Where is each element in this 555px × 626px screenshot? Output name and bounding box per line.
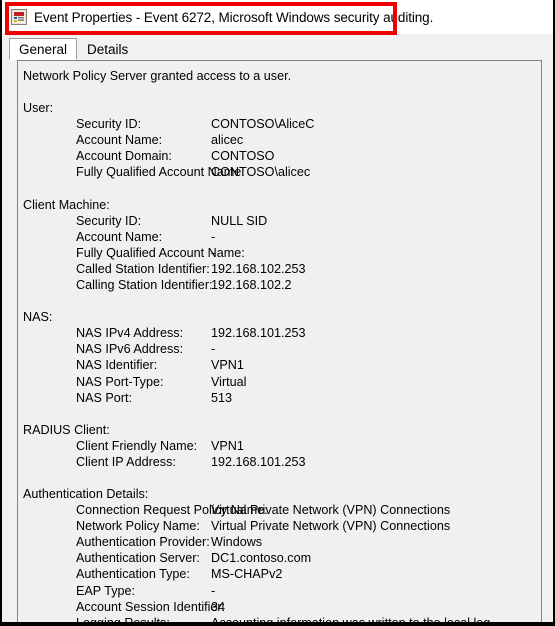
event-detail-value: VPN1 <box>211 358 244 373</box>
event-detail-value: CONTOSO\AliceC <box>211 117 315 132</box>
event-detail-label: NAS IPv6 Address: <box>76 342 184 357</box>
event-detail-label: Account Session Identifier: <box>76 599 226 614</box>
event-detail-label: Client Friendly Name: <box>76 438 198 453</box>
event-detail-label: Calling Station Identifier: <box>76 278 213 293</box>
event-description-text: Network Policy Server granted access to … <box>18 61 490 626</box>
event-detail-row: Calling Station Identifier: 192.168.102.2 <box>23 277 490 293</box>
window-bottom-edge <box>2 622 553 626</box>
event-detail-value: 192.168.101.253 <box>211 326 306 341</box>
event-detail-row: Called Station Identifier: 192.168.102.25… <box>23 261 490 277</box>
event-detail-label: EAP Type: <box>76 583 136 598</box>
event-detail-label: Client IP Address: <box>76 454 176 469</box>
event-detail-label: Account Name: <box>76 229 163 244</box>
event-detail-label: Security ID: <box>76 213 142 228</box>
event-detail-row: NAS IPv6 Address: - <box>23 341 490 357</box>
event-section: NAS: NAS IPv4 Address: 192.168.101.253 NAS … <box>23 309 490 406</box>
event-detail-row: Account Name: - <box>23 229 490 245</box>
event-detail-row: NAS Port-Type: Virtual <box>23 374 490 390</box>
event-detail-value: CONTOSO\alicec <box>211 165 311 180</box>
event-properties-icon <box>11 9 27 25</box>
event-detail-label: NAS Port-Type: <box>76 374 164 389</box>
event-section: Authentication Details: Connection Reques… <box>23 486 490 626</box>
event-detail-value: - <box>211 245 216 260</box>
event-properties-dialog: Event Properties - Event 6272, Microsoft… <box>0 0 555 626</box>
event-detail-label: Called Station Identifier: <box>76 261 210 276</box>
event-detail-row: Account Name: alicec <box>23 132 490 148</box>
event-detail-label: Fully Qualified Account Name: <box>76 165 245 180</box>
event-detail-row: Security ID: NULL SID <box>23 213 490 229</box>
event-detail-label: Account Name: <box>76 133 163 148</box>
event-detail-row: Client Friendly Name: VPN1 <box>23 438 490 454</box>
event-section-title: Client Machine: <box>23 197 110 212</box>
event-detail-value: VPN1 <box>211 438 244 453</box>
event-detail-label: Authentication Type: <box>76 567 190 582</box>
event-detail-label: NAS Port: <box>76 390 132 405</box>
event-detail-value: CONTOSO <box>211 149 275 164</box>
event-detail-label: Security ID: <box>76 117 142 132</box>
event-detail-value: - <box>211 583 216 598</box>
event-detail-value: 192.168.102.2 <box>211 278 292 293</box>
window-title: Event Properties - Event 6272, Microsoft… <box>34 9 434 25</box>
event-detail-value: Virtual <box>211 374 247 389</box>
event-detail-label: Connection Request Policy Name: <box>76 503 268 518</box>
event-section-title: Authentication Details: <box>23 486 149 501</box>
event-detail-value: 34 <box>211 599 226 614</box>
tab-general[interactable]: General <box>9 38 78 60</box>
event-detail-value: Virtual Private Network (VPN) Connection… <box>211 519 451 534</box>
event-detail-row: Authentication Type: MS-CHAPv2 <box>23 566 490 582</box>
event-detail-value: - <box>211 342 216 357</box>
event-detail-label: Network Policy Name: <box>76 519 200 534</box>
event-detail-row: NAS Port: 513 <box>23 390 490 406</box>
event-detail-value: - <box>211 229 216 244</box>
event-detail-value: 513 <box>211 390 233 405</box>
event-detail-value: DC1.contoso.com <box>211 551 312 566</box>
event-detail-value: Windows <box>211 535 263 550</box>
event-detail-row: Authentication Server: DC1.contoso.com <box>23 550 490 566</box>
event-detail-label: NAS Identifier: <box>76 358 158 373</box>
tab-details[interactable]: Details <box>77 38 138 60</box>
event-section-title: NAS: <box>23 310 53 325</box>
event-detail-value: 192.168.101.253 <box>211 454 306 469</box>
event-detail-label: Fully Qualified Account Name: <box>76 245 245 260</box>
event-detail-value: NULL SID <box>211 213 268 228</box>
event-description-panel[interactable]: Network Policy Server granted access to … <box>17 60 542 626</box>
dialog-body: General Details Network Policy Server gr… <box>2 34 553 626</box>
tab-strip: General Details <box>9 38 138 60</box>
title-bar: Event Properties - Event 6272, Microsoft… <box>2 0 553 34</box>
event-detail-row: Security ID: CONTOSO\AliceC <box>23 116 490 132</box>
event-detail-value: alicec <box>211 133 244 148</box>
event-detail-row: Network Policy Name: Virtual Private Netw… <box>23 518 490 534</box>
event-detail-value: Virtual Private Network (VPN) Connection… <box>211 503 451 518</box>
event-detail-row: Account Session Identifier: 34 <box>23 599 490 615</box>
event-detail-row: Account Domain: CONTOSO <box>23 148 490 164</box>
event-section: Client Machine: Security ID: NULL SID Accou… <box>23 197 490 294</box>
event-detail-row: NAS Identifier: VPN1 <box>23 357 490 373</box>
event-detail-row: Client IP Address: 192.168.101.253 <box>23 454 490 470</box>
event-section-title: RADIUS Client: <box>23 422 110 437</box>
event-detail-value: MS-CHAPv2 <box>211 567 283 582</box>
event-headline: Network Policy Server granted access to … <box>23 69 292 83</box>
event-section: RADIUS Client: Client Friendly Name: VPN1 C… <box>23 422 490 470</box>
event-detail-row: Fully Qualified Account Name: - <box>23 245 490 261</box>
event-detail-row: Fully Qualified Account Name: CONTOSO\ali… <box>23 164 490 180</box>
event-detail-label: Authentication Server: <box>76 551 200 566</box>
event-detail-value: 192.168.102.253 <box>211 261 306 276</box>
event-detail-label: Authentication Provider: <box>76 535 210 550</box>
event-detail-row: EAP Type: - <box>23 583 490 599</box>
event-detail-label: Account Domain: <box>76 149 172 164</box>
event-detail-row: Authentication Provider: Windows <box>23 534 490 550</box>
event-detail-label: NAS IPv4 Address: <box>76 326 184 341</box>
event-detail-row: NAS IPv4 Address: 192.168.101.253 <box>23 325 490 341</box>
event-section-title: User: <box>23 101 54 116</box>
event-detail-row: Connection Request Policy Name: Virtual P… <box>23 502 490 518</box>
event-section: User: Security ID: CONTOSO\AliceC Account N… <box>23 100 490 180</box>
